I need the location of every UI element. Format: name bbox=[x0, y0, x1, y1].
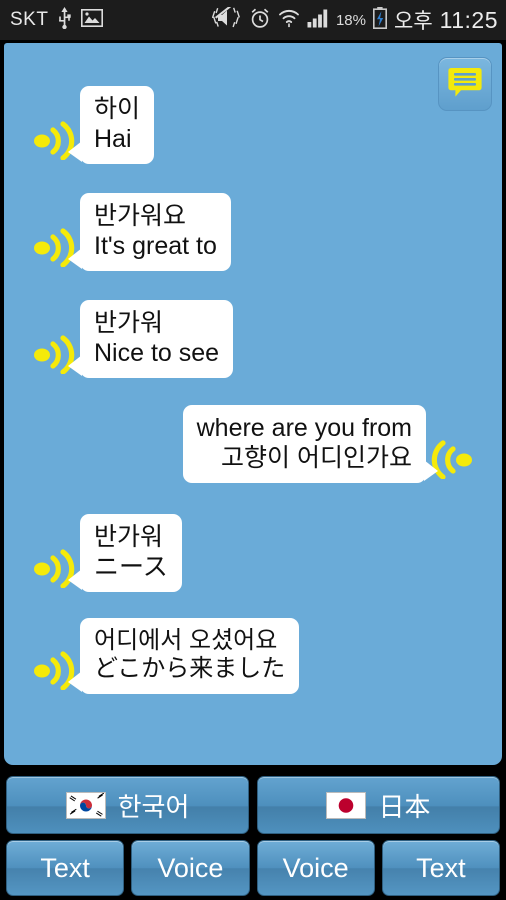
language-button-japanese[interactable]: 日本 bbox=[257, 776, 500, 834]
message-line-1: 반가워요 bbox=[94, 202, 187, 230]
chat-panel: 하이 Hai 반가워요 It's great to 반가워 Nice to se… bbox=[4, 43, 502, 765]
message-row[interactable]: 반가워 ニース bbox=[30, 514, 182, 592]
status-bar-right: 18% 오후 11:25 bbox=[211, 2, 498, 35]
korea-flag-icon bbox=[65, 791, 106, 819]
clock-label: 11:25 bbox=[439, 6, 498, 33]
message-line-1: 어디에서 오셨어요 bbox=[94, 627, 278, 654]
app-root: SKT 18% 오후 11:25 하이 Hai 반가워요 It's great … bbox=[0, 0, 506, 900]
status-bar: SKT 18% 오후 11:25 bbox=[0, 0, 506, 40]
message-bubble[interactable]: 반가워 Nice to see bbox=[67, 300, 234, 378]
message-bubble[interactable]: 반가워 ニース bbox=[68, 514, 182, 592]
text-button-right[interactable]: Text bbox=[381, 840, 500, 896]
message-line-1: 반가워 bbox=[94, 309, 164, 337]
message-row[interactable]: 반가워요 It's great to bbox=[30, 193, 231, 271]
alarm-icon bbox=[249, 7, 271, 34]
message-bubble[interactable]: 반가워요 It's great to bbox=[68, 193, 231, 271]
message-line-1: 반가워 bbox=[94, 523, 164, 551]
usb-icon bbox=[57, 6, 72, 34]
message-bubble[interactable]: 어디에서 오셨어요 どこから来ました bbox=[67, 618, 300, 694]
voice-button-left[interactable]: Voice bbox=[131, 840, 250, 896]
message-line-2: Nice to see bbox=[94, 338, 220, 367]
message-row[interactable]: 어디에서 오셨어요 どこから来ました bbox=[30, 618, 300, 694]
message-line-1: 하이 bbox=[94, 95, 141, 123]
message-line-2: ニース bbox=[94, 552, 168, 581]
language-label-japanese: 日本 bbox=[378, 791, 431, 822]
mute-vibrate-icon bbox=[211, 2, 242, 34]
compose-chat-button[interactable] bbox=[438, 57, 492, 111]
chat-bubble-icon bbox=[448, 66, 482, 103]
voice-button-right[interactable]: Voice bbox=[256, 840, 375, 896]
status-bar-left: SKT bbox=[10, 6, 104, 34]
language-button-korean[interactable]: 한국어 bbox=[6, 776, 249, 834]
signal-icon bbox=[307, 8, 329, 33]
message-row[interactable]: 반가워 Nice to see bbox=[30, 300, 234, 378]
message-line-1: where are you from bbox=[196, 414, 412, 442]
message-line-2: It's great to bbox=[94, 231, 217, 260]
message-line-2: Hai bbox=[94, 124, 132, 153]
battery-charging-icon bbox=[373, 6, 387, 34]
japan-flag-icon bbox=[326, 791, 367, 819]
message-row[interactable]: 하이 Hai bbox=[30, 86, 155, 164]
message-bubble[interactable]: 하이 Hai bbox=[67, 86, 155, 164]
action-bar: Text Voice Voice Text bbox=[0, 840, 506, 896]
message-bubble[interactable]: where are you from 고향이 어디인가요 bbox=[182, 405, 439, 483]
battery-percent-label: 18% bbox=[335, 11, 366, 29]
language-bar: 한국어 日本 bbox=[0, 776, 506, 834]
message-line-2: どこから来ました bbox=[94, 655, 286, 683]
image-icon bbox=[81, 8, 104, 32]
carrier-label: SKT bbox=[10, 9, 49, 30]
message-row[interactable]: where are you from 고향이 어디인가요 bbox=[182, 405, 476, 483]
message-line-2: 고향이 어디인가요 bbox=[221, 443, 412, 472]
wifi-icon bbox=[278, 7, 300, 33]
text-button-left[interactable]: Text bbox=[6, 840, 125, 896]
language-label-korean: 한국어 bbox=[117, 791, 190, 822]
ampm-label: 오후 bbox=[394, 10, 433, 33]
